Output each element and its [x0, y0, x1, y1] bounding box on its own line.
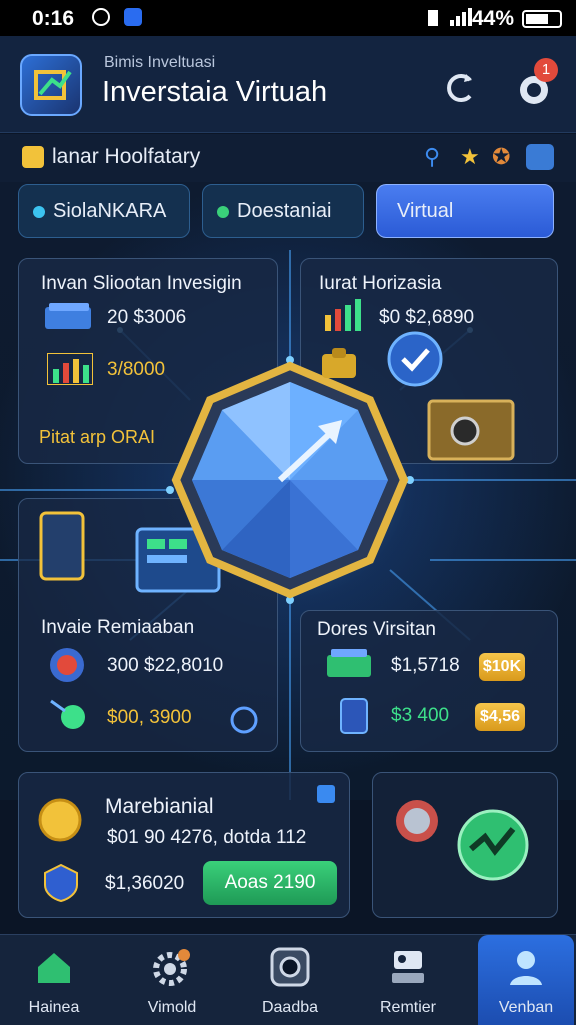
- status-bar: 0:16 44%: [0, 0, 576, 36]
- growth-chart-icon: [325, 299, 361, 331]
- battery-percent: 44%: [471, 7, 514, 30]
- tab-label: SiolaNKARA: [53, 200, 167, 222]
- network-node-icon: [50, 699, 85, 729]
- tab-label: Virtual: [397, 200, 454, 222]
- value-badge: $10K: [479, 653, 525, 681]
- card-value-secondary: $00, 3900: [107, 707, 192, 728]
- status-time: 0:16: [32, 7, 75, 30]
- app-logo: [20, 54, 82, 116]
- bookmark-icon[interactable]: [315, 783, 337, 805]
- info-icon[interactable]: [229, 705, 259, 735]
- card-title: Marebianial: [105, 795, 214, 818]
- card-amount: $1,36020: [105, 873, 185, 894]
- folder-icon: [22, 146, 44, 168]
- card-value-secondary: $3 400: [391, 705, 450, 726]
- nav-label: Vimold: [147, 999, 197, 1016]
- home-icon: [38, 953, 70, 983]
- user-icon: [510, 951, 542, 985]
- card-footer: Pitat arp ORAI: [39, 427, 156, 447]
- app-header: Bimis Inveltuasi Inverstaia Virtuah 1: [0, 36, 576, 133]
- refresh-icon[interactable]: [440, 68, 480, 108]
- nav-label: Venban: [498, 999, 554, 1016]
- tab-dot-icon: [217, 205, 229, 218]
- nav-item-home[interactable]: Hainea: [6, 935, 102, 1025]
- notification-badge: 1: [534, 58, 558, 82]
- gem-crystal-icon: [171, 361, 409, 599]
- card-value-primary: $1,5718: [391, 655, 460, 676]
- section-title: lanar Hoolfatary: [52, 145, 201, 168]
- message-icon: [92, 8, 110, 26]
- nav-item-user[interactable]: Venban: [478, 935, 574, 1025]
- section-bar: lanar Hoolfatary ⚲ ★ ✪: [0, 134, 576, 182]
- nav-item-profile-card[interactable]: Remtier: [360, 935, 456, 1025]
- bottom-navigation: Hainea Vimold Daadba Remtier Venban: [0, 934, 576, 1025]
- app-notification-icon: [124, 8, 142, 26]
- card-title: Invan Sliootan Invesigin: [41, 273, 242, 294]
- card-value-primary: $0 $2,6890: [379, 307, 475, 328]
- nav-item-media[interactable]: Daadba: [242, 935, 338, 1025]
- shield-check-icon: [44, 863, 78, 903]
- card-value-primary: 300 $22,8010: [107, 655, 224, 676]
- search-icon[interactable]: ⚲: [424, 144, 440, 170]
- coin-icon: [38, 798, 82, 842]
- card-growth[interactable]: [372, 772, 558, 918]
- camera-icon: [270, 947, 310, 987]
- tab-dot-icon: [33, 205, 45, 218]
- card-subline: $01 90 4276, dotda 112: [107, 827, 307, 848]
- gear-icon: [153, 949, 190, 986]
- card-title: Iurat Horizasia: [319, 273, 442, 294]
- award-icon[interactable]: ✪: [492, 144, 510, 170]
- tab-label: Doestaniai: [237, 200, 332, 222]
- tab-virtual[interactable]: Virtual: [376, 184, 554, 238]
- nav-label: Remtier: [379, 999, 436, 1016]
- action-button[interactable]: Aoas 2190: [203, 861, 337, 905]
- card-value-secondary: 3/8000: [107, 359, 166, 380]
- tab-doestaniai[interactable]: Doestaniai: [202, 184, 364, 238]
- battery-cell-icon: [340, 698, 368, 734]
- card-market[interactable]: Marebianial $01 90 4276, dotda 112 $1,36…: [18, 772, 350, 918]
- card-title: Invaie Remiaaban: [41, 617, 195, 638]
- growth-check-icon: [457, 809, 529, 881]
- signal-icon: [428, 8, 472, 26]
- settings-icon[interactable]: [526, 144, 554, 170]
- bar-chart-icon: [47, 353, 93, 385]
- safe-box-icon: [427, 399, 515, 461]
- cash-stack-icon: [327, 649, 371, 677]
- cash-stack-icon: [45, 303, 91, 329]
- gauge-icon: [396, 800, 438, 842]
- page-title: Inverstaia Virtuah: [102, 76, 328, 108]
- card-virtual-doors[interactable]: Dores Virsitan $1,5718 $10K $3 400 $4,56: [300, 610, 558, 752]
- value-badge: $4,56: [475, 703, 525, 731]
- card-value-primary: 20 $3006: [107, 307, 187, 328]
- tab-siolankara[interactable]: SiolaNKARA: [18, 184, 190, 238]
- battery-icon: [522, 10, 562, 28]
- target-coin-icon: [50, 648, 84, 682]
- app-subtitle: Bimis Inveltuasi: [104, 54, 216, 71]
- star-icon[interactable]: ★: [460, 144, 480, 170]
- lock-icon: [322, 348, 356, 378]
- nav-item-settings[interactable]: Vimold: [124, 935, 220, 1025]
- card-title: Dores Virsitan: [317, 619, 436, 640]
- nav-label: Hainea: [28, 999, 80, 1016]
- nav-label: Daadba: [261, 999, 319, 1016]
- profile-card-icon: [392, 951, 424, 983]
